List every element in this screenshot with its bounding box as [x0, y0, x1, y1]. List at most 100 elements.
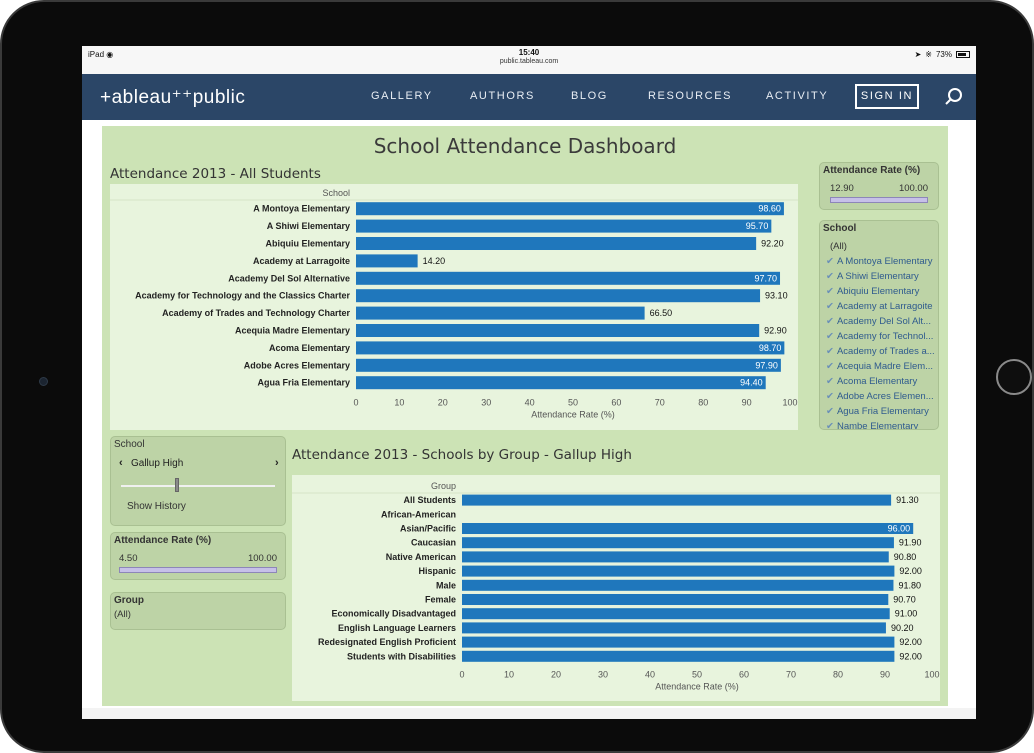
chevron-right-icon[interactable]: ›: [275, 457, 279, 469]
category-label: A Shiwi Elementary: [267, 221, 350, 231]
bar[interactable]: [356, 219, 772, 233]
battery-icon: [956, 51, 970, 58]
range-slider[interactable]: [830, 197, 928, 203]
chevron-left-icon[interactable]: ‹: [119, 457, 123, 469]
checkmark-icon: ✔: [826, 346, 834, 357]
range-values: 4.50 100.00: [119, 553, 277, 564]
school-option[interactable]: ✔ A Montoya Elementary: [820, 254, 938, 269]
search-icon[interactable]: [944, 87, 964, 107]
school-option-all[interactable]: (All): [820, 239, 938, 254]
school-filter-list[interactable]: School (All) ✔ A Montoya Elementary ✔ A Shi…: [819, 220, 939, 430]
school-option[interactable]: ✔ Acequia Madre Elem...: [820, 359, 938, 374]
category-label: Acoma Elementary: [269, 343, 350, 353]
nav-gallery[interactable]: GALLERY: [371, 90, 433, 102]
school-option[interactable]: ✔ Academy at Larragoite: [820, 299, 938, 314]
bar[interactable]: [462, 537, 894, 549]
category-label: Students with Disabilities: [347, 651, 456, 661]
nav-authors[interactable]: AUTHORS: [470, 90, 535, 102]
bar[interactable]: [356, 289, 761, 303]
bar[interactable]: [356, 254, 418, 268]
category-label: Academy for Technology and the Classics …: [135, 291, 350, 301]
checkmark-icon: ✔: [826, 316, 834, 327]
school-option-label: Acequia Madre Elem...: [836, 361, 934, 372]
x-tick-label: 40: [645, 669, 655, 679]
x-tick-label: 90: [742, 397, 752, 407]
group-filter[interactable]: Group (All): [110, 592, 286, 630]
school-option-label: Academy at Larragoite: [836, 301, 933, 312]
nav-resources[interactable]: RESOURCES: [648, 90, 732, 102]
x-tick-label: 70: [786, 669, 796, 679]
school-checkbox-list[interactable]: (All) ✔ A Montoya Elementary ✔ A Shiwi Elem…: [820, 239, 938, 429]
school-option[interactable]: ✔ Agua Fria Elementary: [820, 404, 938, 419]
bar[interactable]: [462, 551, 889, 563]
nav-blog[interactable]: BLOG: [571, 90, 608, 102]
url-bar[interactable]: public.tableau.com: [82, 58, 976, 65]
checkmark-icon: ✔: [826, 421, 834, 429]
data-label: 92.00: [899, 566, 922, 576]
bar[interactable]: [462, 494, 892, 506]
school-option[interactable]: ✔ Abiquiu Elementary: [820, 284, 938, 299]
school-option[interactable]: ✔ Acoma Elementary: [820, 374, 938, 389]
x-tick-label: 80: [833, 669, 843, 679]
school-stepper-filter[interactable]: School ‹ Gallup High › Show History: [110, 436, 286, 526]
tableau-public-logo[interactable]: +ableau⁺⁺public: [100, 86, 245, 109]
category-label: Academy of Trades and Technology Charter: [162, 308, 350, 318]
bar[interactable]: [356, 306, 645, 320]
bar[interactable]: [462, 523, 914, 534]
category-label: Academy Del Sol Alternative: [228, 273, 350, 283]
range-slider[interactable]: [119, 567, 277, 573]
bar[interactable]: [356, 271, 781, 285]
data-label: 92.00: [899, 637, 922, 647]
bar[interactable]: [356, 376, 766, 390]
range-max: 100.00: [898, 183, 928, 194]
category-label: Hispanic: [418, 566, 456, 576]
chart-by-group[interactable]: Group All Students 91.30 African-American As…: [292, 475, 940, 701]
data-label: 92.90: [764, 326, 787, 336]
school-option[interactable]: ✔ A Shiwi Elementary: [820, 269, 938, 284]
school-option-label: Nambe Elementary: [836, 421, 919, 429]
bar[interactable]: [462, 622, 886, 634]
checkmark-icon: ✔: [826, 256, 834, 267]
bar[interactable]: [462, 579, 894, 591]
group-filter-value[interactable]: (All): [114, 609, 131, 620]
history-slider-thumb[interactable]: [175, 478, 179, 492]
category-label: Abiquiu Elementary: [265, 239, 350, 249]
nav-activity[interactable]: ACTIVITY: [766, 90, 828, 102]
bar[interactable]: [356, 358, 781, 372]
bar[interactable]: [462, 565, 895, 577]
data-label: 95.70: [746, 221, 769, 231]
school-option[interactable]: ✔ Nambe Elementary: [820, 419, 938, 429]
data-label: 90.80: [894, 552, 917, 562]
home-button[interactable]: [996, 359, 1032, 395]
bar[interactable]: [356, 237, 757, 250]
attendance-rate-filter-1[interactable]: Attendance Rate (%) 12.90 100.00: [819, 162, 939, 210]
school-option[interactable]: ✔ Academy of Trades a...: [820, 344, 938, 359]
camera: [39, 377, 48, 386]
chart1-title: Attendance 2013 - All Students: [110, 166, 321, 182]
show-history-toggle[interactable]: Show History: [127, 501, 186, 512]
bar[interactable]: [356, 324, 760, 337]
filter-title: Attendance Rate (%): [823, 165, 921, 176]
range-max: 100.00: [247, 553, 277, 564]
x-tick-label: 100: [924, 669, 939, 679]
data-label: 91.00: [895, 609, 918, 619]
school-option[interactable]: ✔ Adobe Acres Elemen...: [820, 389, 938, 404]
location-icon: ➤: [914, 50, 922, 59]
attendance-rate-filter-2[interactable]: Attendance Rate (%) 4.50 100.00: [110, 532, 286, 580]
category-label: African-American: [381, 509, 456, 519]
bar[interactable]: [462, 594, 889, 605]
school-option[interactable]: ✔ Academy for Technol...: [820, 329, 938, 344]
sign-in-button[interactable]: SIGN IN: [855, 84, 919, 109]
data-label: 92.20: [761, 239, 784, 249]
bar[interactable]: [462, 608, 890, 620]
school-option[interactable]: ✔ Academy Del Sol Alt...: [820, 314, 938, 329]
category-label: Acequia Madre Elementary: [235, 326, 350, 336]
data-label: 91.90: [899, 538, 922, 548]
bar[interactable]: [356, 202, 784, 216]
history-slider-track[interactable]: [121, 485, 275, 487]
bar[interactable]: [462, 650, 895, 662]
school-option-label: Academy for Technol...: [836, 331, 934, 342]
bar[interactable]: [462, 636, 895, 648]
bar[interactable]: [356, 341, 785, 355]
chart-all-students[interactable]: School A Montoya Elementary 98.60 A Shiwi E…: [110, 184, 798, 430]
